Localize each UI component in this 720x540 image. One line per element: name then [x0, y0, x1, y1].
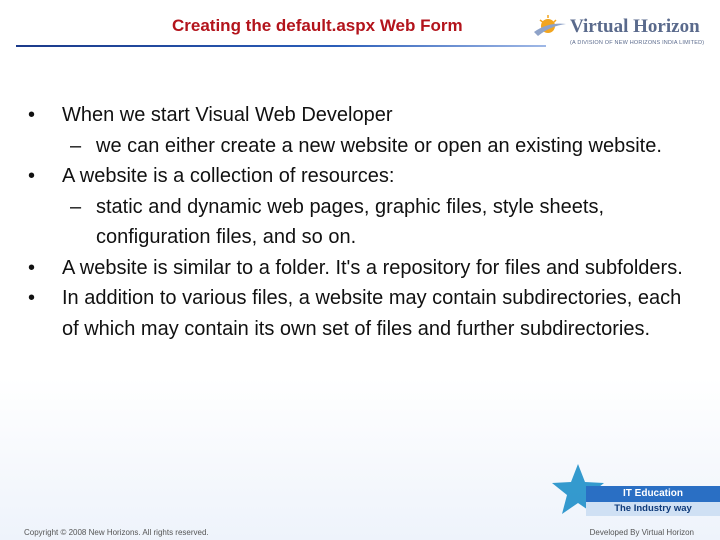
badge-line-1: IT Education: [586, 486, 720, 502]
dash-marker: –: [70, 134, 82, 157]
bullet-marker: •: [28, 104, 36, 126]
dash-marker: –: [70, 195, 82, 218]
bullet-marker: •: [28, 256, 36, 279]
sun-swoosh-icon: [534, 15, 566, 36]
brand-logo: Virtual Horizon (A DIVISION OF NEW HORIZ…: [532, 12, 718, 62]
bullet-item: • A website is a collection of resources…: [28, 161, 688, 192]
bullet-text: A website is similar to a folder. It's a…: [62, 256, 683, 279]
sub-bullet-text: static and dynamic web pages, graphic fi…: [96, 195, 605, 249]
brand-subtitle: (A DIVISION OF NEW HORIZONS INDIA LIMITE…: [570, 40, 705, 46]
sub-bullet-item: – we can either create a new website or …: [28, 131, 688, 162]
bullet-text: When we start Visual Web Developer: [62, 104, 393, 126]
bullet-marker: •: [28, 165, 36, 187]
bullet-text: A website is a collection of resources:: [62, 165, 395, 187]
slide: Creating the default.aspx Web Form Virtu…: [0, 0, 720, 540]
badge-line-2: The Industry way: [586, 502, 720, 516]
copyright-text: Copyright © 2008 New Horizons. All right…: [24, 528, 209, 537]
sub-bullet-text: we can either create a new website or op…: [96, 134, 662, 157]
brand-name: Virtual Horizon: [570, 16, 700, 37]
slide-title: Creating the default.aspx Web Form: [172, 16, 463, 35]
bullet-item: • In addition to various files, a websit…: [28, 283, 688, 344]
bullet-item: • A website is similar to a folder. It's…: [28, 253, 688, 284]
it-education-badge: IT Education The Industry way: [550, 462, 720, 524]
bullet-list: • When we start Visual Web Developer – w…: [28, 100, 688, 344]
sub-bullet-item: – static and dynamic web pages, graphic …: [28, 192, 688, 253]
title-underline: [16, 45, 546, 47]
bullet-marker: •: [28, 287, 36, 309]
bullet-text: In addition to various files, a website …: [62, 287, 682, 340]
developer-credit: Developed By Virtual Horizon: [589, 528, 694, 537]
bullet-item: • When we start Visual Web Developer: [28, 100, 688, 131]
